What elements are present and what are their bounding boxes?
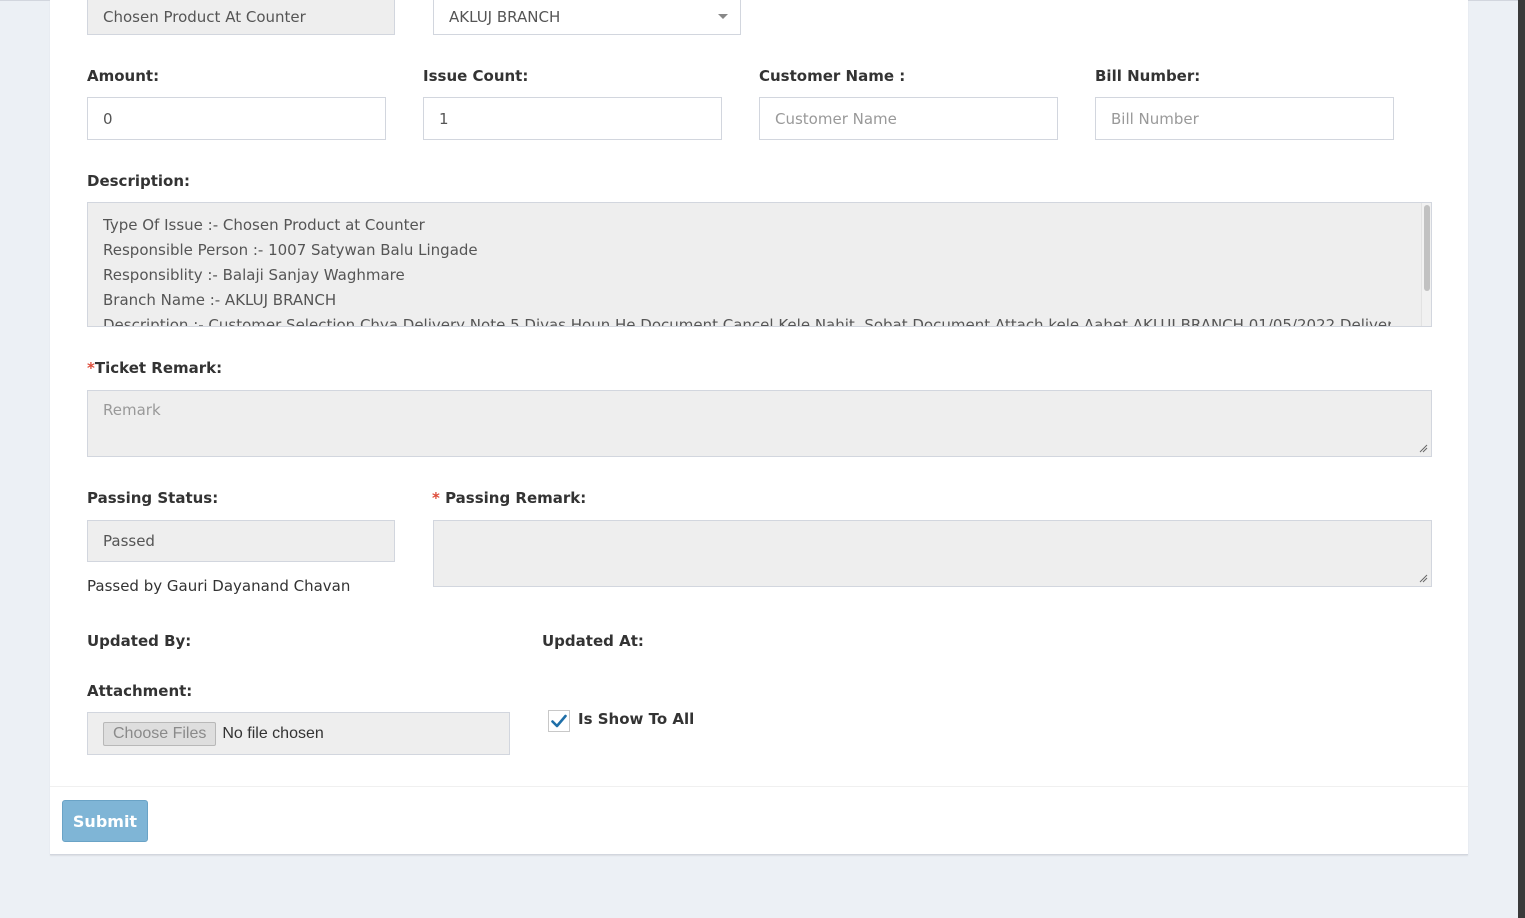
description-line: Responsiblity :- Balaji Sanjay Waghmare	[103, 266, 405, 284]
window-edge	[1518, 0, 1525, 918]
submit-button[interactable]: Submit	[62, 800, 148, 842]
branch-select[interactable]: AKLUJ BRANCH	[433, 0, 741, 35]
description-scrollbar[interactable]	[1421, 203, 1431, 326]
passing-status-field: Passed	[87, 520, 395, 562]
resize-handle-icon[interactable]	[1418, 573, 1428, 583]
customer-name-input[interactable]: Customer Name	[759, 97, 1058, 140]
bill-number-placeholder: Bill Number	[1111, 109, 1199, 128]
updated-by-label: Updated By:	[87, 632, 192, 650]
branch-select-value: AKLUJ BRANCH	[449, 8, 561, 26]
passing-status-value: Passed	[103, 532, 155, 550]
ticket-remark-textarea[interactable]: Remark	[87, 390, 1432, 457]
checkmark-icon	[551, 714, 567, 728]
issue-count-value: 1	[439, 109, 449, 128]
footer-divider	[50, 786, 1468, 787]
ticket-form-card: Chosen Product At Counter AKLUJ BRANCH A…	[50, 0, 1468, 855]
description-textarea[interactable]: Type Of Issue :- Chosen Product at Count…	[87, 202, 1432, 327]
description-line: Responsible Person :- 1007 Satywan Balu …	[103, 241, 478, 259]
caret-down-icon	[718, 14, 728, 19]
required-asterisk: *	[87, 359, 95, 377]
bill-number-label: Bill Number:	[1095, 67, 1201, 85]
description-line: Branch Name :- AKLUJ BRANCH	[103, 291, 337, 309]
description-line: Description :- Customer Selection Chya D…	[103, 316, 1391, 326]
description-label: Description:	[87, 172, 191, 190]
file-status-text: No file chosen	[222, 724, 324, 742]
description-line: Type Of Issue :- Chosen Product at Count…	[103, 216, 425, 234]
ticket-remark-placeholder: Remark	[103, 401, 161, 419]
issue-count-input[interactable]: 1	[423, 97, 722, 140]
description-content: Type Of Issue :- Chosen Product at Count…	[103, 213, 1391, 326]
amount-value: 0	[103, 109, 113, 128]
customer-name-label: Customer Name :	[759, 67, 906, 85]
issue-type-value: Chosen Product At Counter	[103, 8, 306, 26]
resize-handle-icon[interactable]	[1418, 443, 1428, 453]
issue-type-field: Chosen Product At Counter	[87, 0, 395, 35]
attachment-label: Attachment:	[87, 682, 193, 700]
updated-at-label: Updated At:	[542, 632, 644, 650]
show-to-all-checkbox[interactable]	[548, 710, 570, 732]
scrollbar-thumb[interactable]	[1424, 205, 1430, 291]
required-asterisk: *	[432, 489, 440, 507]
passed-by-text: Passed by Gauri Dayanand Chavan	[87, 577, 351, 595]
ticket-remark-label: *Ticket Remark:	[87, 359, 223, 377]
issue-count-label: Issue Count:	[423, 67, 529, 85]
passing-remark-textarea[interactable]	[433, 520, 1432, 587]
choose-files-button[interactable]: Choose Files	[103, 721, 217, 746]
passing-remark-label: * Passing Remark:	[432, 489, 587, 507]
customer-name-placeholder: Customer Name	[775, 109, 897, 128]
amount-label: Amount:	[87, 67, 160, 85]
passing-status-label: Passing Status:	[87, 489, 219, 507]
attachment-file-input[interactable]: Choose Files No file chosen	[87, 712, 510, 755]
amount-input[interactable]: 0	[87, 97, 386, 140]
bill-number-input[interactable]: Bill Number	[1095, 97, 1394, 140]
show-to-all-label[interactable]: Is Show To All	[578, 710, 694, 728]
